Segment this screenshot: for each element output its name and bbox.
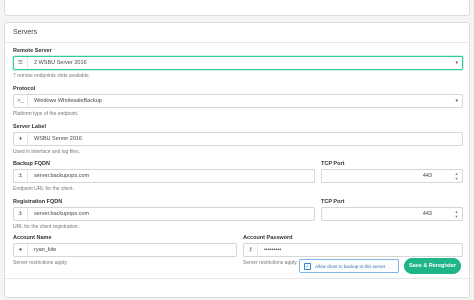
save-reregister-button[interactable]: Save & Reregister	[404, 258, 461, 274]
registration-fqdn-label: Registration FQDN	[13, 199, 63, 205]
remote-server-value: 2 WSBU Server 2016	[34, 60, 87, 66]
account-name-value: ryan_kite	[34, 247, 57, 253]
protocol-help: Platform type of the endpoint.	[13, 111, 79, 117]
key-icon: ⚷	[244, 244, 258, 256]
backup-fqdn-value: server.backupops.com	[34, 173, 90, 179]
registration-port-input[interactable]: 443 ▲ ▼	[321, 207, 463, 221]
account-password-help: Server restrictions apply.	[243, 260, 298, 266]
tag-icon: ♦	[14, 133, 28, 145]
anchor-icon: ⚓	[14, 208, 28, 220]
account-password-label: Account Password	[243, 235, 293, 241]
stepper-icon[interactable]: ▲ ▼	[454, 171, 459, 181]
remote-server-label: Remote Server	[13, 48, 52, 54]
checkmark-icon[interactable]: ✓	[304, 263, 311, 270]
account-name-label: Account Name	[13, 235, 52, 241]
terminal-icon: >_	[14, 95, 28, 107]
servers-panel: Servers Remote Server ☰ 2 WSBU Server 20…	[4, 22, 470, 298]
server-label-input[interactable]: ♦ WSBU Server 2016	[13, 132, 463, 146]
registration-fqdn-value: server.backupops.com	[34, 211, 90, 217]
remote-server-help: 7 remote endpoints slots available.	[13, 73, 90, 79]
allow-backup-checkbox[interactable]: ✓ Allow client to backup to this server	[299, 259, 399, 273]
panel-title: Servers	[5, 23, 469, 43]
user-icon: ●	[14, 244, 28, 256]
registration-port-label: TCP Port	[321, 199, 345, 205]
anchor-icon: ⚓	[14, 170, 28, 182]
registration-fqdn-input[interactable]: ⚓ server.backupops.com	[13, 207, 315, 221]
protocol-select[interactable]: >_ Windows WholesaleBackup ▾	[13, 94, 463, 108]
allow-backup-label: Allow client to backup to this server	[315, 264, 386, 269]
panel-footer	[5, 278, 469, 299]
chevron-down-icon: ▾	[455, 98, 458, 104]
list-icon: ☰	[14, 57, 28, 69]
stepper-icon[interactable]: ▲ ▼	[454, 209, 459, 219]
server-label-value: WSBU Server 2016	[34, 136, 82, 142]
backup-fqdn-label: Backup FQDN	[13, 161, 50, 167]
server-label-label: Server Label	[13, 124, 47, 130]
account-name-help: Server restrictions apply.	[13, 260, 68, 266]
backup-fqdn-input[interactable]: ⚓ server.backupops.com	[13, 169, 315, 183]
previous-panel-edge	[4, 0, 470, 16]
account-name-input[interactable]: ● ryan_kite	[13, 243, 237, 257]
backup-port-label: TCP Port	[321, 161, 345, 167]
account-password-value: •••••••••	[264, 247, 282, 253]
registration-port-value: 443	[422, 211, 432, 217]
protocol-label: Protocol	[13, 86, 36, 92]
backup-port-value: 443	[422, 173, 432, 179]
backup-fqdn-help: Endpoint URL for the client.	[13, 186, 74, 192]
backup-port-input[interactable]: 443 ▲ ▼	[321, 169, 463, 183]
account-password-input[interactable]: ⚷ •••••••••	[243, 243, 463, 257]
server-label-help: Used in interface and log files.	[13, 149, 80, 155]
registration-fqdn-help: URL for the client registration.	[13, 224, 79, 230]
remote-server-select[interactable]: ☰ 2 WSBU Server 2016 ▾	[13, 56, 463, 70]
chevron-down-icon: ▾	[455, 60, 458, 66]
protocol-value: Windows WholesaleBackup	[34, 98, 102, 104]
